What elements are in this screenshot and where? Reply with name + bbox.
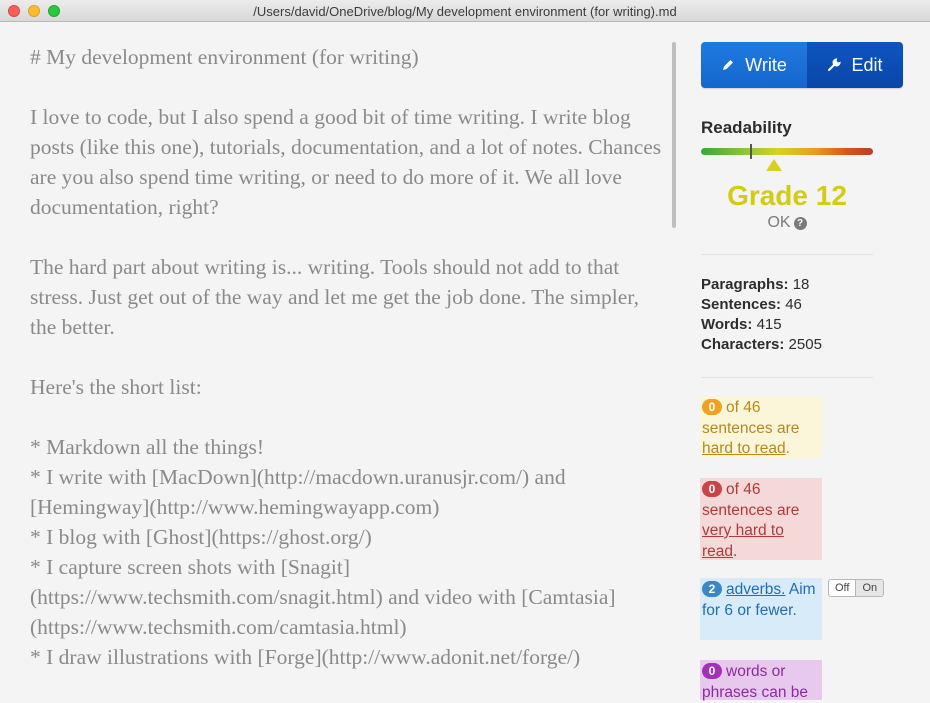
phrases-card: 0 words or phrases can be (700, 660, 822, 701)
adverbs-link[interactable]: adverbs. (726, 581, 785, 598)
divider (701, 377, 873, 378)
sidebar: Write Edit Readability Grade 12 OK? Para… (678, 22, 930, 701)
divider (701, 254, 873, 255)
editor-scrollbar[interactable] (672, 42, 676, 228)
readability-heading: Readability (701, 118, 792, 137)
write-button[interactable]: Write (701, 42, 807, 88)
stat-words: Words: 415 (701, 316, 782, 333)
readability-status: OK? (701, 214, 873, 232)
adverbs-card: 2 adverbs. Aim for 6 or fewer. (700, 578, 822, 640)
very-hard-count-badge: 0 (702, 481, 722, 497)
stat-paragraphs: Paragraphs: 18 (701, 276, 810, 293)
edit-button-label: Edit (851, 54, 883, 75)
readability-status-text: OK (767, 214, 791, 231)
readability-meter (701, 148, 873, 155)
very-hard-to-read-card: 0 of 46 sentences are very hard to read. (700, 478, 822, 560)
document-stats: Paragraphs: 18 Sentences: 46 Words: 415 … (701, 275, 822, 355)
phrases-count-badge: 0 (702, 663, 722, 679)
adverbs-toggle[interactable]: Off On (828, 579, 885, 597)
adverbs-count-badge: 2 (702, 581, 722, 597)
hard-to-read-count-badge: 0 (702, 399, 722, 415)
editor-content[interactable]: # My development environment (for writin… (0, 22, 670, 672)
edit-button[interactable]: Edit (807, 42, 903, 88)
readability-pointer (766, 159, 782, 171)
question-circle-icon[interactable]: ? (793, 217, 807, 230)
hard-to-read-card: 0 of 46 sentences are hard to read. (700, 396, 822, 458)
mode-toggle: Write Edit (701, 42, 903, 88)
toggle-on[interactable]: On (855, 580, 884, 596)
stat-sentences: Sentences: 46 (701, 296, 802, 313)
hard-to-read-link[interactable]: hard to read (702, 440, 786, 457)
readability-meter-marker (750, 144, 752, 159)
window-title: /Users/david/OneDrive/blog/My developmen… (253, 4, 677, 19)
pencil-icon (723, 60, 734, 70)
toggle-off[interactable]: Off (829, 580, 855, 596)
markdown-editor[interactable]: # My development environment (for writin… (0, 22, 672, 692)
write-button-label: Write (745, 54, 787, 75)
stat-characters: Characters: 2505 (701, 336, 822, 353)
readability-grade: Grade 12 (727, 180, 847, 211)
very-hard-to-read-link[interactable]: very hard to read (702, 522, 784, 560)
window-titlebar: /Users/david/OneDrive/blog/My developmen… (0, 0, 930, 22)
wrench-icon (828, 58, 842, 71)
